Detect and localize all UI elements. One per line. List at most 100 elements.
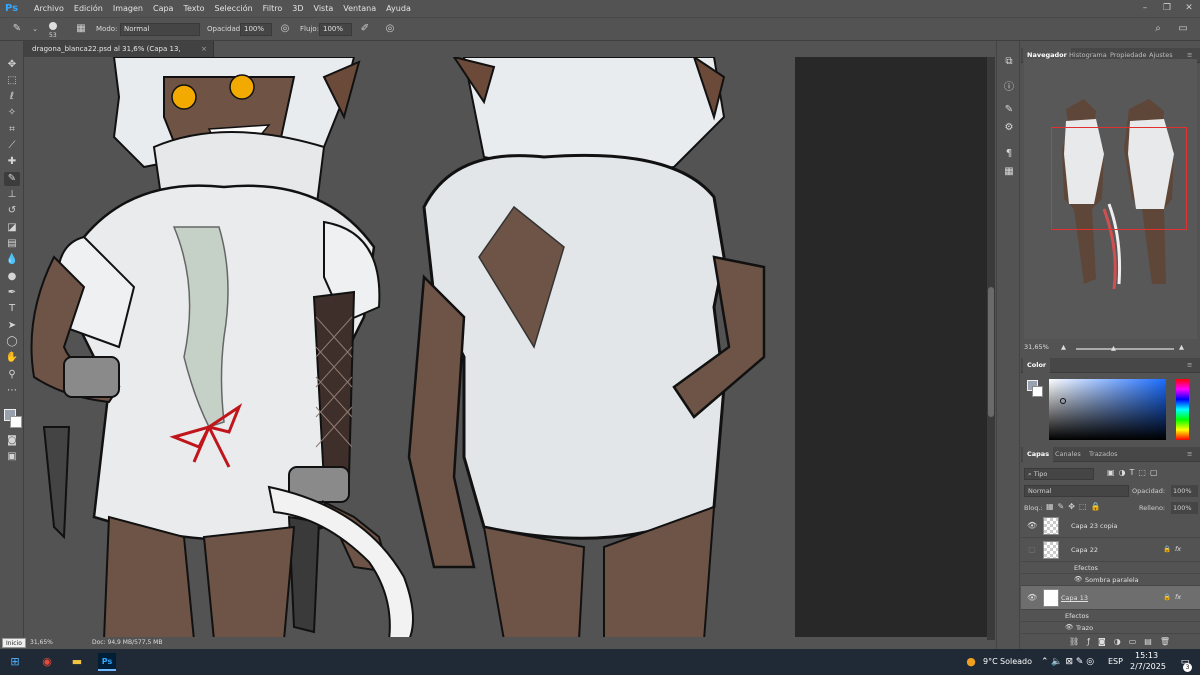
- tool-presets-icon[interactable]: ⚙: [1002, 121, 1016, 135]
- minimize-button[interactable]: –: [1134, 0, 1156, 17]
- navigator-preview[interactable]: [1024, 59, 1197, 339]
- language-indicator[interactable]: ESP: [1108, 649, 1123, 675]
- tab-trazados[interactable]: Trazados: [1085, 447, 1122, 462]
- zoom-in-icon[interactable]: ▲: [1179, 343, 1184, 351]
- quick-select-tool-icon[interactable]: ✧: [4, 106, 20, 120]
- menu-imagen[interactable]: Imagen: [108, 0, 148, 17]
- fx-badge[interactable]: fx: [1175, 593, 1181, 601]
- zoom-slider-handle[interactable]: ▲: [1111, 344, 1116, 352]
- eyedropper-tool-icon[interactable]: ⟋: [4, 139, 20, 153]
- pressure-opacity-icon[interactable]: ◎: [278, 22, 292, 36]
- effects-row[interactable]: Efectos: [1021, 562, 1200, 574]
- tab-color[interactable]: Color: [1023, 358, 1051, 373]
- mode-select[interactable]: Normal: [120, 23, 200, 36]
- effects-row[interactable]: Efectos: [1021, 610, 1200, 622]
- swatches-icon[interactable]: ▦: [1002, 165, 1016, 179]
- chrome-icon[interactable]: ◉: [38, 653, 56, 671]
- tab-canales[interactable]: Canales: [1051, 447, 1085, 462]
- system-tray-icons[interactable]: ⌃ 🔈 ⊠ ✎ ◎: [1041, 649, 1094, 675]
- layer-row[interactable]: 👁 Capa 23 copia: [1021, 514, 1200, 538]
- canvas-area[interactable]: [24, 57, 987, 640]
- file-explorer-icon[interactable]: ▬: [68, 653, 86, 671]
- brush-panel-icon[interactable]: ▦: [74, 22, 88, 36]
- screen-mode-icon[interactable]: ▣: [4, 450, 20, 464]
- menu-capa[interactable]: Capa: [148, 0, 178, 17]
- workspace-icon[interactable]: ▭: [1176, 22, 1190, 36]
- dodge-tool-icon[interactable]: ●: [4, 270, 20, 284]
- layer-name[interactable]: Capa 23 copia: [1071, 522, 1118, 530]
- menu-vista[interactable]: Vista: [309, 0, 339, 17]
- layer-name[interactable]: Capa 13: [1061, 594, 1088, 602]
- maximize-button[interactable]: ❐: [1156, 0, 1178, 17]
- windows-start-icon[interactable]: ⊞: [6, 653, 24, 671]
- layer-row[interactable]: ▢ Capa 22 🔒 fx: [1021, 538, 1200, 562]
- visibility-off-icon[interactable]: ▢: [1027, 545, 1037, 555]
- marquee-tool-icon[interactable]: ⬚: [4, 74, 20, 88]
- zoom-tool-icon[interactable]: ⚲: [4, 368, 20, 382]
- menu-edicion[interactable]: Edición: [69, 0, 108, 17]
- color-background-swatch[interactable]: [1032, 386, 1043, 397]
- menu-ayuda[interactable]: Ayuda: [381, 0, 416, 17]
- move-tool-icon[interactable]: ✥: [4, 58, 20, 72]
- close-document-icon[interactable]: ×: [201, 41, 207, 57]
- document-tab[interactable]: dragona_blanca22.psd al 31,6% (Capa 13, …: [24, 41, 214, 69]
- clock-date[interactable]: 2/7/2025: [1130, 654, 1166, 675]
- vertical-scrollbar[interactable]: [987, 57, 995, 640]
- menu-archivo[interactable]: Archivo: [29, 0, 69, 17]
- photoshop-taskbar-icon[interactable]: Ps: [98, 653, 116, 671]
- layers-footer-icons[interactable]: ⛓ƒ◙◑▭▤🗑: [1021, 635, 1200, 649]
- color-picker-field[interactable]: [1049, 379, 1166, 440]
- layer-opacity-field[interactable]: 100%: [1171, 485, 1198, 497]
- menu-filtro[interactable]: Filtro: [258, 0, 288, 17]
- quick-mask-icon[interactable]: ◙: [4, 434, 20, 448]
- type-tool-icon[interactable]: T: [4, 302, 20, 316]
- close-window-button[interactable]: ✕: [1178, 0, 1200, 17]
- layer-row-selected[interactable]: 👁 Capa 13 🔒 fx: [1021, 586, 1200, 610]
- effect-eye-icon[interactable]: 👁: [1065, 623, 1073, 631]
- navigator-zoom-value[interactable]: 31,65%: [1024, 343, 1049, 351]
- pen-tool-icon[interactable]: ✒: [4, 286, 20, 300]
- more-tools-icon[interactable]: ⋯: [4, 384, 20, 398]
- zoom-readout[interactable]: 31,65%: [30, 637, 53, 649]
- menu-ventana[interactable]: Ventana: [338, 0, 381, 17]
- path-select-tool-icon[interactable]: ➤: [4, 319, 20, 333]
- fill-field[interactable]: 100%: [1171, 502, 1198, 514]
- navigator-zoom-slider[interactable]: [1076, 348, 1174, 350]
- background-color-swatch[interactable]: [10, 416, 22, 428]
- lock-icons[interactable]: ▦✎✥⬚🔒: [1046, 502, 1104, 511]
- search-icon[interactable]: ⌕: [1151, 22, 1165, 36]
- layer-filter-icons[interactable]: ▣◑T⬚▢: [1107, 468, 1187, 480]
- opacity-field[interactable]: 100%: [240, 23, 272, 36]
- visibility-eye-icon[interactable]: 👁: [1027, 593, 1037, 603]
- history-brush-tool-icon[interactable]: ↺: [4, 204, 20, 218]
- weather-text[interactable]: Soleado: [1000, 649, 1032, 675]
- clone-stamp-tool-icon[interactable]: ⊥: [4, 188, 20, 202]
- brush-tool-preset-icon[interactable]: ✎: [10, 22, 24, 36]
- brush-tool-icon[interactable]: ✎: [4, 172, 20, 186]
- airbrush-icon[interactable]: ✐: [358, 22, 372, 36]
- layer-name[interactable]: Capa 22: [1071, 546, 1098, 554]
- shape-tool-icon[interactable]: ◯: [4, 335, 20, 349]
- menu-seleccion[interactable]: Selección: [210, 0, 258, 17]
- color-picker-cursor[interactable]: [1060, 398, 1066, 404]
- paragraph-icon[interactable]: ¶: [1002, 147, 1016, 161]
- weather-sun-icon[interactable]: ●: [962, 653, 980, 671]
- effect-row[interactable]: 👁 Sombra paralela: [1021, 574, 1200, 586]
- tab-capas[interactable]: Capas: [1023, 447, 1054, 462]
- flow-field[interactable]: 100%: [319, 23, 352, 36]
- fx-badge[interactable]: fx: [1175, 545, 1181, 553]
- dropdown-arrow-icon[interactable]: ⌄: [28, 22, 42, 36]
- eraser-tool-icon[interactable]: ◪: [4, 221, 20, 235]
- doc-size-readout[interactable]: Doc: 94,9 MB/577,5 MB: [92, 637, 162, 649]
- brush-presets-icon[interactable]: ✎: [1002, 103, 1016, 117]
- menu-texto[interactable]: Texto: [178, 0, 209, 17]
- vertical-scroll-thumb[interactable]: [988, 287, 994, 417]
- info-icon[interactable]: ⓘ: [1002, 81, 1016, 95]
- layers-panel-menu-icon[interactable]: ≡: [1183, 447, 1196, 462]
- layer-filter-select[interactable]: ⌕ Tipo: [1024, 468, 1094, 480]
- menu-3d[interactable]: 3D: [287, 0, 308, 17]
- lasso-tool-icon[interactable]: ℓ: [4, 90, 20, 104]
- hand-tool-icon[interactable]: ✋: [4, 351, 20, 365]
- zoom-out-icon[interactable]: ▲: [1061, 343, 1066, 351]
- effect-row[interactable]: 👁 Trazo: [1021, 622, 1200, 634]
